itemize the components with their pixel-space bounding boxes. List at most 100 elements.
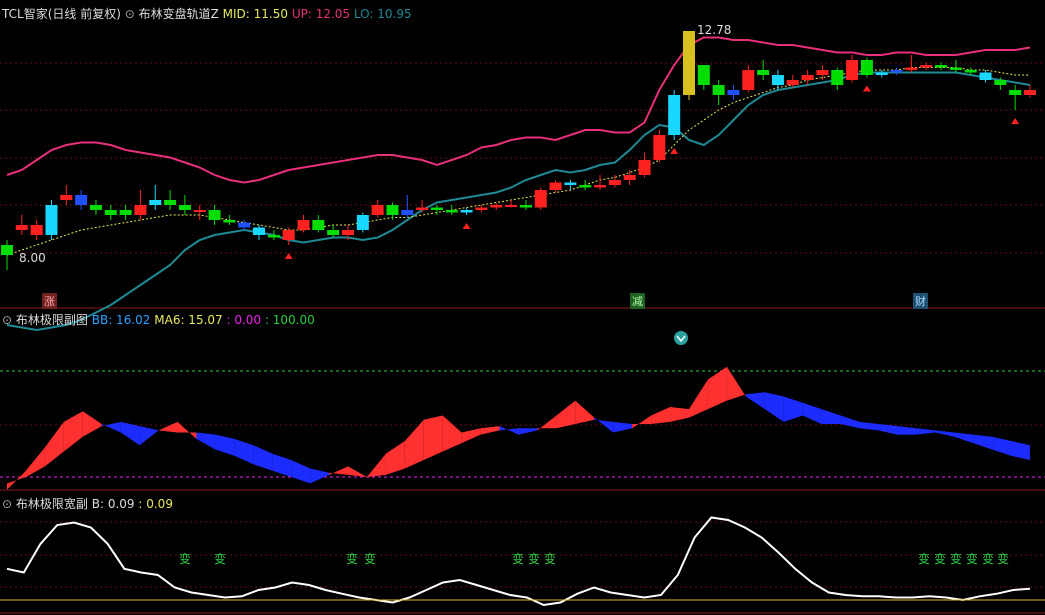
bb-area-segment (670, 407, 689, 422)
candle-body (30, 225, 43, 235)
candle-body (490, 205, 503, 208)
bian-marker: 变 (364, 552, 377, 566)
candle-body (757, 70, 770, 75)
candle-body (297, 220, 310, 230)
bian-marker: 变 (214, 552, 227, 566)
signal-circle-icon (674, 331, 688, 345)
b2-value: : 0.09 (138, 497, 173, 511)
candle-body (1009, 90, 1022, 95)
candle-body (608, 180, 621, 185)
bb-area-segment (992, 436, 1012, 456)
bb-area-segment (7, 470, 26, 490)
candle-body (890, 70, 903, 73)
bb-area-segment (82, 411, 102, 437)
bb-area-segment (158, 421, 178, 433)
bb-area-segment (44, 421, 64, 467)
bb-area-segment (423, 415, 443, 461)
candle-body (801, 75, 814, 80)
candle-body (949, 67, 962, 70)
ma6-value: MA6: 15.07 (154, 313, 223, 327)
candle-body (623, 175, 636, 180)
candle-body (742, 70, 755, 90)
bian-marker: 变 (512, 552, 525, 566)
sub2-toggle-icon[interactable]: ⊙ (2, 497, 12, 511)
bb-area-segment (594, 417, 614, 433)
candle-body (193, 210, 206, 212)
candle-body (727, 90, 740, 95)
candle-body (653, 135, 666, 160)
candle-body (253, 227, 266, 235)
indicator-toggle-icon[interactable]: ⊙ (125, 7, 135, 21)
bb-area-segment (366, 453, 386, 477)
buy-arrow-icon (284, 253, 293, 259)
candle-body (668, 95, 681, 135)
candle-body (712, 85, 725, 95)
candle-body (282, 230, 295, 240)
bb-area-segment (177, 421, 197, 439)
bb-area-segment (556, 400, 576, 429)
bb-area-segment (215, 434, 235, 456)
event-zhang[interactable]: 涨 (42, 293, 57, 309)
bian-marker: 变 (966, 552, 979, 566)
candle-body (549, 182, 562, 190)
candle-body (905, 67, 918, 70)
candle-body (683, 31, 695, 95)
candle-body (386, 205, 399, 215)
bb-area-segment (821, 409, 841, 424)
candle-body (445, 210, 458, 213)
candle-body (149, 200, 162, 205)
bb-area-segment (764, 392, 784, 422)
candle-body (45, 205, 58, 235)
stock-title: TCL智家(日线 前复权) (2, 7, 121, 21)
candle-body (60, 195, 73, 200)
bb-area-segment (859, 421, 879, 431)
candle-body (816, 70, 829, 75)
mid-value: MID: 11.50 (222, 7, 288, 21)
hundred-value: : 100.00 (264, 313, 315, 327)
bb-area-segment (745, 392, 765, 410)
event-cai[interactable]: 财 (913, 293, 928, 309)
bian-marker: 变 (544, 552, 557, 566)
bb-area-segment (101, 421, 121, 433)
candle-body (831, 70, 844, 85)
bb-area-segment (613, 421, 633, 433)
bian-marker: 变 (179, 552, 192, 566)
stock-chart (0, 31, 1045, 614)
up-value: UP: 12.05 (291, 7, 351, 21)
buy-arrow-icon (670, 148, 679, 154)
candle-body (1024, 90, 1036, 95)
candle-body (134, 205, 147, 215)
candle-body (964, 70, 977, 73)
bb-area-segment (954, 432, 974, 444)
bb-area-segment (973, 434, 993, 450)
candle-body (564, 182, 577, 185)
sub1-toggle-icon[interactable]: ⊙ (2, 313, 12, 327)
candle-body (238, 222, 251, 228)
bb-area-segment (461, 428, 481, 444)
event-jian[interactable]: 减 (630, 293, 645, 309)
candle-body (223, 220, 236, 223)
bb-area-segment (196, 432, 216, 450)
bb-area-segment (707, 366, 727, 410)
sub2-header: ⊙ 布林极限宽副 B: 0.09 : 0.09 (2, 495, 173, 512)
candle-body (846, 60, 859, 80)
candle-body (638, 160, 651, 175)
low-price-label: 8.00 (19, 251, 46, 265)
bb-area-segment (63, 411, 83, 452)
bb-area-segment (272, 453, 292, 477)
middle-band-line (6, 67, 1030, 256)
candle-body (697, 65, 710, 85)
bb-area-segment (726, 366, 746, 401)
bb-area-segment (575, 400, 595, 424)
bian-marker: 变 (950, 552, 963, 566)
buy-arrow-icon (862, 85, 871, 92)
candle-body (164, 200, 177, 205)
b-value: B: 0.09 (91, 497, 135, 511)
bb-area-segment (253, 445, 273, 471)
bb-area-segment (632, 415, 652, 429)
buy-arrow-icon (1011, 118, 1020, 124)
candle-body (371, 205, 384, 215)
sub1-indicator-name: 布林极限副图 (15, 313, 88, 327)
bb-area-segment (385, 440, 405, 475)
candle-body (75, 195, 88, 205)
